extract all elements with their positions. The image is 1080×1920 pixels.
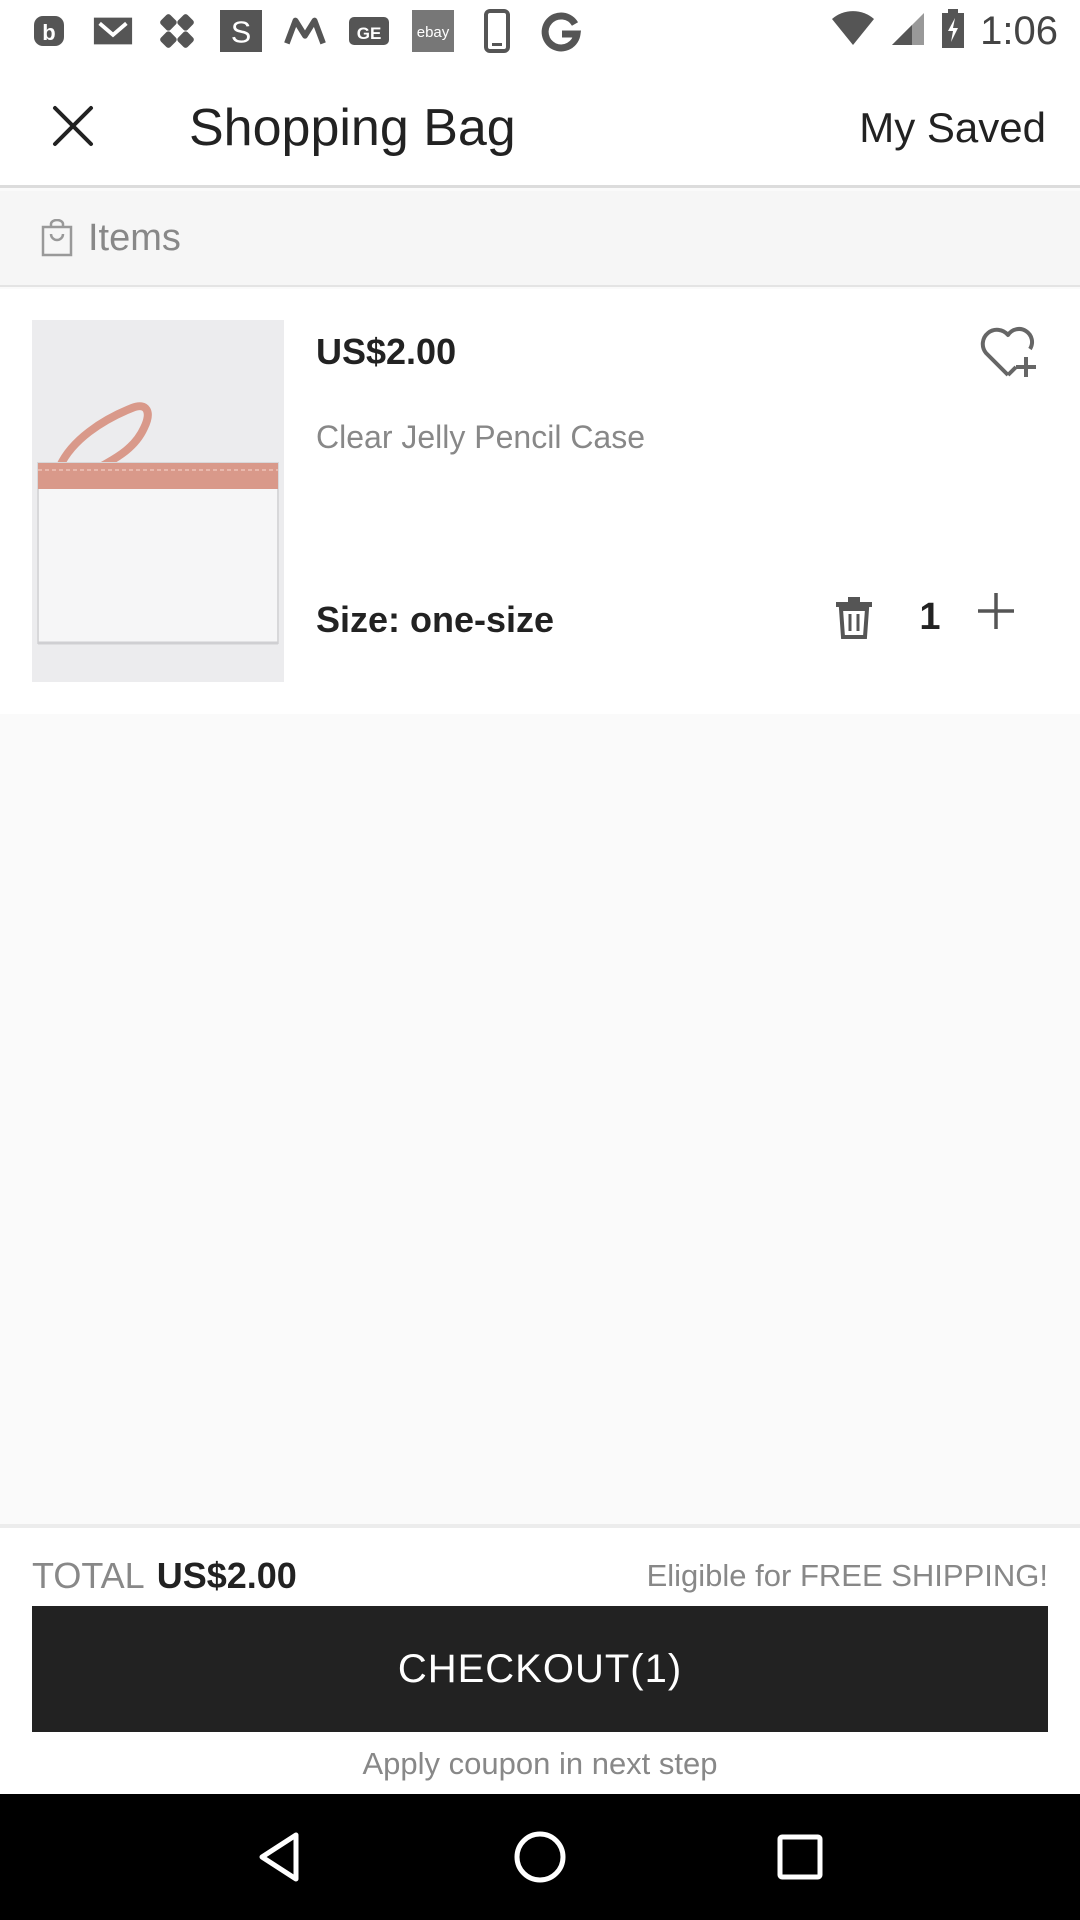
m-icon [284,10,326,52]
items-header-label: Items [88,216,181,259]
shopping-bag-icon [41,219,73,257]
free-shipping-note: Eligible for FREE SHIPPING! [646,1558,1048,1593]
checkout-footer: TOTAL US$2.00 Eligible for FREE SHIPPING… [0,1524,1080,1794]
svg-text:b: b [42,20,55,45]
app-diamond-icon [156,10,198,52]
svg-text:S: S [231,15,251,49]
checkout-button[interactable]: CHECKOUT(1) [32,1606,1048,1732]
home-circle-icon [514,1831,566,1883]
ebay-icon: ebay [412,10,454,52]
item-price: US$2.00 [316,331,457,372]
close-icon [53,106,93,146]
increase-quantity-button[interactable] [976,591,1024,639]
wifi-icon [830,10,876,52]
items-section-header: Items [0,191,1080,287]
ge-icon: GE [348,10,390,52]
trash-icon [836,597,872,639]
my-saved-link[interactable]: My Saved [859,104,1046,152]
svg-text:ebay: ebay [417,24,450,41]
gmail-icon [92,10,134,52]
notification-icons: b S GE ebay [28,9,582,53]
status-time: 1:06 [980,8,1058,53]
quantity-value: 1 [919,596,941,638]
svg-text:GE: GE [357,24,382,43]
signal-icon [890,11,926,52]
total-value: US$2.00 [156,1555,297,1596]
recents-square-icon [777,1834,823,1880]
page-title: Shopping Bag [189,99,516,157]
s-icon: S [220,10,262,52]
item-size[interactable]: Size: one-size [316,599,554,641]
navigation-bar [0,1794,1080,1920]
back-triangle-icon [259,1832,299,1882]
home-button[interactable] [500,1817,580,1897]
battery-charging-icon [940,8,966,54]
item-name[interactable]: Clear Jelly Pencil Case [316,419,645,456]
plus-icon [978,593,1014,629]
total-row: TOTAL US$2.00 Eligible for FREE SHIPPING… [32,1546,1048,1606]
app-bar: Shopping Bag My Saved [0,62,1080,188]
back-button[interactable] [240,1817,320,1897]
b-icon: b [28,10,70,52]
phone-icon [476,9,518,53]
recents-button[interactable] [760,1817,840,1897]
g-icon [540,10,582,52]
heart-plus-icon [980,327,1036,377]
coupon-note: Apply coupon in next step [362,1746,718,1781]
close-button[interactable] [40,98,106,154]
status-bar: b S GE ebay 1:06 [0,0,1080,62]
pencil-case-image [32,320,284,682]
total-label: TOTAL [32,1555,145,1596]
cart-item: US$2.00 Clear Jelly Pencil Case Size: on… [0,289,1080,714]
system-status: 1:06 [830,8,1058,54]
add-to-wishlist-button[interactable] [978,323,1042,383]
product-image[interactable] [32,320,284,682]
delete-item-button[interactable] [834,595,882,647]
